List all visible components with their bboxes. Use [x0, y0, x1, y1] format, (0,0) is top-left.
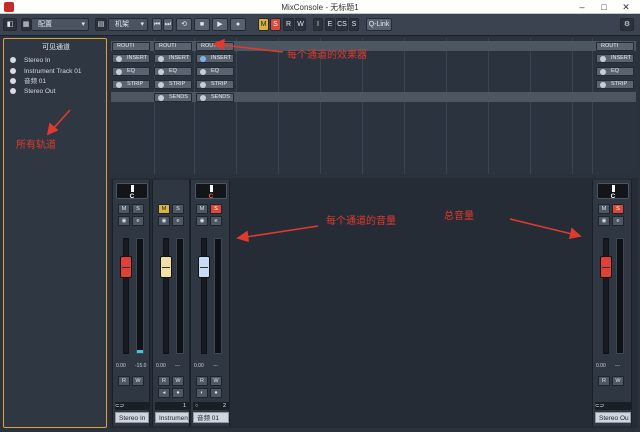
arrow-master	[509, 218, 573, 235]
arrow-head	[568, 227, 582, 240]
arrow-volume	[245, 225, 319, 238]
arrow-head	[212, 38, 225, 51]
master-annotation: 总音量	[444, 211, 474, 222]
rack-annotation: 每个通道的效果器	[287, 50, 367, 61]
volume-annotation: 每个通道的音量	[326, 216, 396, 227]
arrow-rack	[221, 44, 284, 53]
tracks-annotation: 所有轨道	[16, 140, 56, 151]
annotation-arrows	[46, 38, 582, 243]
arrow-head	[236, 230, 249, 243]
